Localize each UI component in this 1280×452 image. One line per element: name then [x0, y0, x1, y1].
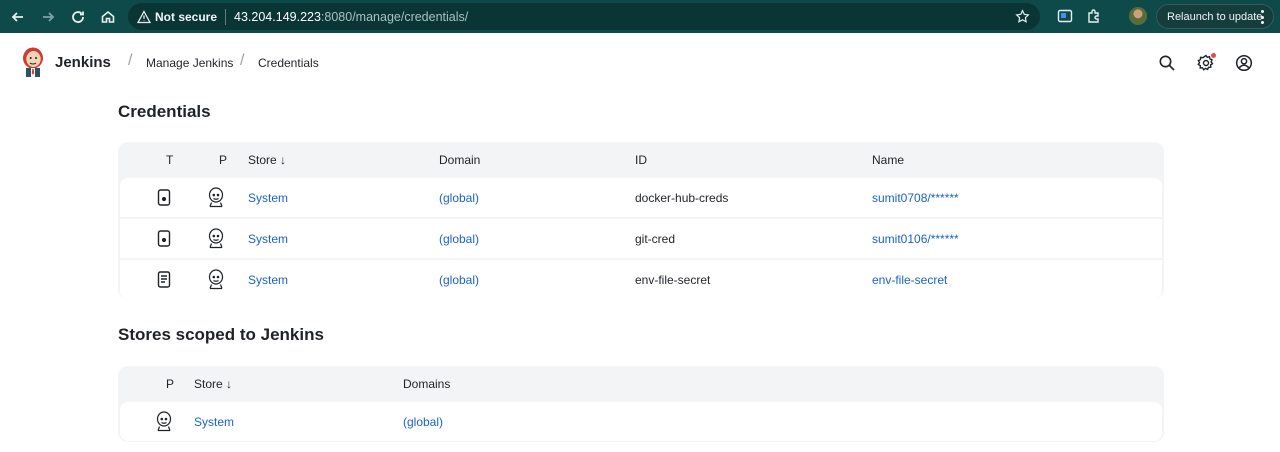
- store-link[interactable]: System: [248, 232, 288, 246]
- credential-name-link[interactable]: sumit0106/******: [872, 232, 959, 246]
- table-row: System (global): [120, 402, 1162, 441]
- column-header-domain[interactable]: Domain: [439, 153, 480, 167]
- jenkins-brand[interactable]: Jenkins: [55, 54, 111, 71]
- stores-title: Stores scoped to Jenkins: [118, 325, 324, 344]
- domain-link[interactable]: (global): [439, 273, 479, 287]
- url-host: 43.204.149.223: [234, 9, 321, 24]
- credential-id: git-cred: [635, 232, 676, 246]
- credentials-table: T P Store ↓ Domain ID Name System (globa…: [118, 142, 1164, 299]
- jenkins-provider-icon: [156, 411, 172, 432]
- jenkins-provider-icon: [208, 269, 224, 290]
- column-header-id[interactable]: ID: [635, 153, 647, 167]
- breadcrumb-separator: /: [240, 52, 245, 69]
- table-row: System (global) git-cred sumit0106/*****…: [120, 219, 1162, 258]
- stores-table-header: P Store ↓ Domains: [118, 366, 1164, 402]
- credentials-table-header: T P Store ↓ Domain ID Name: [118, 142, 1164, 178]
- domain-link[interactable]: (global): [439, 191, 479, 205]
- mobile-credential-icon: [157, 230, 171, 247]
- domain-link[interactable]: (global): [439, 232, 479, 246]
- address-bar[interactable]: Not secure 43.204.149.223:8080/manage/cr…: [128, 3, 1040, 30]
- mobile-credential-icon: [157, 189, 171, 206]
- table-row: System (global) env-file-secret env-file…: [120, 260, 1162, 299]
- relaunch-button[interactable]: Relaunch to update: [1156, 4, 1274, 29]
- forward-arrow-icon[interactable]: [33, 2, 63, 32]
- user-account-icon[interactable]: [1235, 54, 1253, 72]
- reload-icon[interactable]: [63, 2, 93, 32]
- secret-file-icon: [157, 271, 171, 288]
- notification-dot: [1211, 53, 1216, 58]
- column-header-provider[interactable]: P: [219, 153, 227, 167]
- column-header-name[interactable]: Name: [872, 153, 904, 167]
- store-link[interactable]: System: [248, 191, 288, 205]
- stores-table: P Store ↓ Domains System (global): [118, 366, 1164, 442]
- warning-triangle-icon[interactable]: [137, 9, 151, 24]
- store-link[interactable]: System: [248, 273, 288, 287]
- bookmark-star-icon[interactable]: [1015, 9, 1030, 24]
- back-arrow-icon[interactable]: [3, 2, 33, 32]
- more-menu-icon[interactable]: [1261, 10, 1264, 24]
- puzzle-extensions-icon[interactable]: [1086, 8, 1102, 24]
- breadcrumb-separator: /: [128, 52, 133, 69]
- jenkins-provider-icon: [208, 187, 224, 208]
- jenkins-logo-icon[interactable]: [21, 47, 45, 79]
- search-icon[interactable]: [1158, 54, 1176, 72]
- column-header-store[interactable]: Store ↓: [194, 377, 232, 391]
- jenkins-header: Jenkins / Manage Jenkins / Credentials: [0, 33, 1280, 95]
- credentials-title: Credentials: [118, 102, 211, 121]
- profile-avatar[interactable]: [1129, 7, 1147, 25]
- url-path: :8080/manage/credentials/: [320, 9, 469, 24]
- credential-id: env-file-secret: [635, 273, 711, 287]
- store-link[interactable]: System: [194, 415, 234, 429]
- table-row: System (global) docker-hub-creds sumit07…: [120, 178, 1162, 217]
- domain-link[interactable]: (global): [403, 415, 443, 429]
- browser-toolbar: Not secure 43.204.149.223:8080/manage/cr…: [0, 0, 1280, 33]
- breadcrumb-credentials[interactable]: Credentials: [258, 56, 319, 70]
- credential-name-link[interactable]: sumit0708/******: [872, 191, 959, 205]
- breadcrumb-manage-jenkins[interactable]: Manage Jenkins: [146, 56, 233, 70]
- column-header-domains[interactable]: Domains: [403, 377, 450, 391]
- omnibox-divider: [225, 8, 227, 25]
- column-header-provider[interactable]: P: [166, 377, 174, 391]
- jenkins-provider-icon: [208, 228, 224, 249]
- not-secure-label[interactable]: Not secure: [155, 10, 217, 24]
- credential-id: docker-hub-creds: [635, 191, 729, 205]
- cast-extension-icon[interactable]: [1057, 8, 1073, 24]
- credential-name-link[interactable]: env-file-secret: [872, 273, 947, 287]
- relaunch-label: Relaunch to update: [1167, 10, 1263, 23]
- home-icon[interactable]: [93, 2, 123, 32]
- column-header-type[interactable]: T: [166, 153, 173, 167]
- column-header-store[interactable]: Store ↓: [248, 153, 286, 167]
